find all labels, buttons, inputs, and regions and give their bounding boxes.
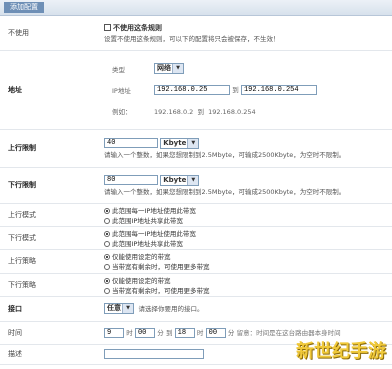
disable-hint: 设置不使用这条规则，可以下的配置将只会被保存，不生效！ [104, 34, 280, 43]
start-minute-unit: 分 [157, 329, 164, 337]
down-limit-label: 下行限制 [0, 167, 98, 204]
watermark-logo: 新世纪手游 [296, 341, 386, 362]
chevron-down-icon: ▼ [187, 138, 199, 148]
row-disable: 不使用 不使用这条规则 设置不使用这条规则，可以下的配置将只会被保存，不生效！ [0, 16, 392, 51]
example-to: 192.168.0.254 [208, 107, 256, 116]
config-form: 不使用 不使用这条规则 设置不使用这条规则，可以下的配置将只会被保存，不生效！ … [0, 16, 392, 365]
row-up-limit: 上行限制 Kbyte▼ 请输入一个整数，如果您想限制到2.5Mbyte，可输成2… [0, 129, 392, 168]
description-input[interactable] [104, 349, 204, 359]
down-policy-radio-1[interactable] [104, 277, 110, 284]
header-bar: 添加配置 [0, 0, 392, 16]
chevron-down-icon: ▼ [172, 64, 183, 73]
up-policy-label: 上行策略 [0, 249, 98, 274]
disable-label: 不使用 [0, 16, 98, 51]
up-unit-value: Kbyte [163, 138, 187, 147]
end-hour-input[interactable] [174, 328, 195, 338]
up-mode-radio-1[interactable] [104, 207, 110, 214]
up-mode-label: 上行模式 [0, 203, 98, 227]
down-limit-input[interactable] [104, 175, 158, 185]
description-label: 描述 [0, 344, 98, 365]
up-policy-radio-2[interactable] [104, 264, 110, 270]
up-policy-opt2: 当带宽有剩余时，可使用更多带宽 [112, 263, 210, 271]
disable-checkbox-label: 不使用这条规则 [113, 23, 162, 32]
type-label: 类型 [112, 65, 125, 74]
time-to-label: 到 [165, 329, 173, 337]
up-unit-select[interactable]: Kbyte ▼ [160, 137, 200, 149]
down-limit-hint: 请输入一个整数，如果您想限制到2.5Mbyte，可输成2500Kbyte，为空时… [104, 187, 346, 196]
row-interface: 接口 任意 ▼ 请选择你要用的接口。 [0, 296, 392, 322]
end-minute-input[interactable] [205, 328, 226, 338]
interface-hint: 请选择你要用的接口。 [138, 304, 204, 313]
row-address: 地址 类型 网络▼ IP地址 到 例如： [0, 50, 392, 130]
address-label: 地址 [0, 50, 98, 130]
up-mode-opt1: 此范围每一IP地址使用此带宽 [112, 206, 196, 215]
time-label: 时间 [0, 321, 98, 345]
down-mode-label: 下行模式 [0, 226, 98, 250]
example-label: 例如： [112, 107, 132, 116]
type-select-value: 网络 [157, 64, 171, 72]
up-policy-opt1: 仅能使用设定的带宽 [112, 253, 171, 261]
start-hour-input[interactable] [104, 328, 124, 338]
chevron-down-icon: ▼ [187, 175, 199, 185]
down-unit-value: Kbyte [163, 175, 187, 184]
up-mode-opt2: 此范围IP地址共享此带宽 [112, 216, 183, 225]
down-mode-radio-1[interactable] [104, 230, 110, 237]
interface-select-value: 任意 [107, 304, 121, 313]
row-up-policy: 上行策略 仅能使用设定的带宽 当带宽有剩余时，可使用更多带宽 [0, 249, 392, 274]
row-down-mode: 下行模式 此范围每一IP地址使用此带宽 此范围IP地址共享此带宽 [0, 226, 392, 250]
up-limit-input[interactable] [104, 138, 158, 148]
up-limit-hint: 请输入一个整数，如果您想限制到2.5Mbyte，可输成2500Kbyte，为空时… [104, 150, 346, 159]
down-mode-radio-2[interactable] [104, 240, 110, 247]
interface-select[interactable]: 任意 ▼ [104, 303, 134, 315]
down-policy-opt2: 当带宽有剩余时，可使用更多带宽 [112, 286, 210, 295]
end-minute-unit: 分 [227, 329, 235, 337]
row-up-mode: 上行模式 此范围每一IP地址使用此带宽 此范围IP地址共享此带宽 [0, 203, 392, 227]
up-mode-radio-2[interactable] [104, 217, 110, 224]
time-note: 留意：时间是在这台路由器本身时间 [236, 329, 341, 337]
start-hour-unit: 时 [126, 329, 133, 337]
ip-to-input[interactable] [240, 85, 317, 95]
ip-from-input[interactable] [154, 85, 230, 95]
ip-label: IP地址 [112, 86, 131, 95]
ip-to-label: 到 [232, 86, 239, 94]
row-down-policy: 下行策略 仅能使用设定的带宽 当带宽有剩余时，可使用更多带宽 [0, 273, 392, 297]
down-unit-select[interactable]: Kbyte ▼ [160, 174, 200, 186]
example-from: 192.168.0.2 [154, 107, 194, 116]
down-policy-radio-2[interactable] [104, 287, 110, 294]
tab-add-config[interactable]: 添加配置 [4, 2, 44, 13]
down-mode-opt1: 此范围每一IP地址使用此带宽 [112, 229, 196, 238]
chevron-down-icon: ▼ [122, 304, 133, 314]
down-policy-label: 下行策略 [0, 273, 98, 297]
up-limit-label: 上行限制 [0, 129, 98, 168]
down-mode-opt2: 此范围IP地址共享此带宽 [112, 239, 183, 248]
row-down-limit: 下行限制 Kbyte▼ 请输入一个整数，如果您想限制到2.5Mbyte，可输成2… [0, 167, 392, 204]
example-to-label: 到 [197, 107, 204, 116]
start-minute-input[interactable] [134, 328, 155, 338]
down-policy-opt1: 仅能使用设定的带宽 [112, 276, 171, 285]
up-policy-radio-1[interactable] [104, 254, 110, 260]
type-select[interactable]: 网络 ▼ [154, 63, 184, 74]
interface-label: 接口 [0, 296, 98, 322]
disable-checkbox[interactable] [104, 24, 111, 32]
end-hour-unit: 时 [196, 329, 204, 337]
